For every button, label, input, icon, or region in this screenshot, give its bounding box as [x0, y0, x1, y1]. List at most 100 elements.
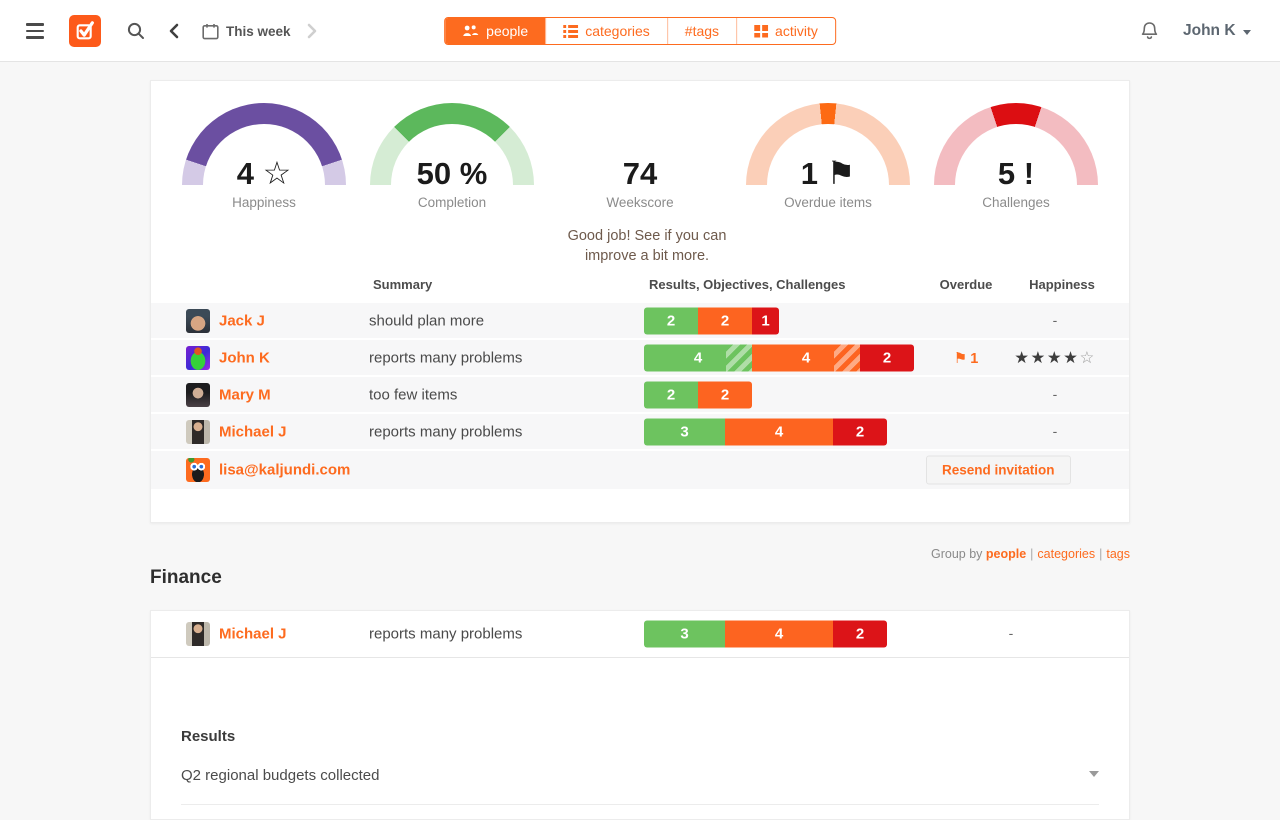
- star-filled-icon: ★: [1031, 349, 1047, 367]
- table-row: Jack Jshould plan more221-: [151, 303, 1129, 338]
- resend-invitation-button[interactable]: Resend invitation: [926, 456, 1071, 485]
- items-bar: 22: [644, 381, 752, 408]
- tab-categories[interactable]: categories: [545, 18, 667, 44]
- bar-segment-orange: 4: [752, 344, 860, 371]
- col-header-results-objectives-challenges: Results, Objectives, Challenges: [649, 277, 846, 292]
- gauge-label: Overdue items: [735, 195, 921, 210]
- gauge-value: 50 %: [370, 156, 534, 192]
- team-summary-card: 4 ☆Happiness50 %Completion74WeekscoreGoo…: [150, 80, 1130, 523]
- table-row: Michael J reports many problems 3 4 2 -: [151, 414, 1129, 449]
- person-name-link[interactable]: Mary M: [219, 386, 271, 403]
- group-by-categories[interactable]: categories: [1037, 547, 1095, 561]
- categories-icon: [563, 25, 578, 38]
- bar-value: 4: [694, 349, 702, 366]
- group-by-label: Group by: [931, 547, 986, 561]
- person-name-link[interactable]: John K: [219, 349, 270, 366]
- gauge-arc-wrap: 50 %: [370, 103, 534, 185]
- gauge-value: 1 ⚑: [746, 154, 910, 192]
- gauge-message: Good job! See if you can improve a bit m…: [547, 226, 747, 267]
- finance-rows: Michael Jreports many problems342-: [151, 611, 1129, 658]
- checkbox-logo-icon: [69, 15, 101, 47]
- bar-value: 1: [761, 312, 769, 329]
- person-name-link[interactable]: lisa@kaljundi.com: [219, 462, 350, 479]
- gauge-value: 5 !: [934, 156, 1098, 192]
- bar-segment-green: 3: [644, 621, 725, 648]
- star-outline-icon: ☆: [263, 155, 292, 191]
- result-item[interactable]: Q2 regional budgets collected: [181, 767, 1099, 805]
- items-bar: 221: [644, 307, 779, 334]
- gauge-overdue: 1 ⚑ Overdue items: [735, 103, 921, 269]
- bar-value: 2: [856, 626, 864, 643]
- gauge-happiness: 4 ☆ Happiness: [171, 103, 357, 269]
- group-by-bar: Group by people | categories | tags: [150, 547, 1130, 561]
- search-icon[interactable]: [126, 0, 146, 62]
- bar-segment-green: 3: [644, 418, 725, 445]
- happiness-empty: -: [1009, 625, 1014, 641]
- bar-value: 4: [775, 423, 783, 440]
- view-tabs: people categories #tags activity: [444, 17, 836, 45]
- star-filled-icon: ★: [1063, 349, 1079, 367]
- tab-tags[interactable]: #tags: [667, 18, 736, 44]
- bar-segment-red: 2: [860, 344, 914, 371]
- table-row: Michael Jreports many problems342-: [151, 611, 1129, 658]
- separator: |: [1099, 547, 1102, 561]
- avatar[interactable]: [186, 309, 210, 333]
- app-logo[interactable]: [69, 0, 101, 62]
- bar-stripe-overlay: [834, 344, 860, 371]
- gauge-label: Weekscore: [547, 195, 733, 210]
- bar-segment-red: 1: [752, 307, 779, 334]
- section-title-finance: Finance: [150, 567, 222, 589]
- top-navbar: This week peoplecategories#tagsactivity …: [0, 0, 1280, 62]
- separator: |: [1030, 547, 1033, 561]
- avatar[interactable]: [186, 458, 210, 482]
- bar-value: 2: [856, 423, 864, 440]
- happiness-empty: -: [1053, 386, 1058, 402]
- gauge-arc-wrap: 74: [558, 103, 722, 185]
- previous-week-icon[interactable]: [168, 0, 180, 62]
- menu-icon[interactable]: [26, 0, 44, 62]
- tab-people[interactable]: people: [445, 18, 545, 44]
- bar-value: 2: [721, 312, 729, 329]
- happiness-empty: -: [1053, 423, 1058, 439]
- gauge-arc-wrap: 5 !: [934, 103, 1098, 185]
- week-selector-label: This week: [226, 24, 291, 39]
- summary-text: too few items: [369, 386, 457, 403]
- gauge-arc-wrap: 4 ☆: [182, 103, 346, 185]
- tab-label: activity: [775, 23, 818, 39]
- chevron-down-icon[interactable]: [1089, 771, 1099, 777]
- col-header-happiness: Happiness: [1002, 277, 1122, 292]
- avatar[interactable]: [186, 420, 210, 444]
- avatar[interactable]: [186, 346, 210, 370]
- user-menu[interactable]: John K: [1183, 0, 1251, 62]
- notifications-bell-icon[interactable]: [1140, 0, 1159, 62]
- group-by-people[interactable]: people: [986, 547, 1026, 561]
- person-name-link[interactable]: Michael J: [219, 423, 287, 440]
- next-week-icon[interactable]: [306, 0, 318, 62]
- calendar-icon: [202, 23, 219, 40]
- gauge-challenges: 5 ! Challenges: [923, 103, 1109, 269]
- bar-value: 2: [883, 349, 891, 366]
- group-by-tags[interactable]: tags: [1106, 547, 1130, 561]
- tab-activity[interactable]: activity: [736, 18, 835, 44]
- person-name-link[interactable]: Jack J: [219, 312, 265, 329]
- summary-text: reports many problems: [369, 626, 522, 643]
- bar-segment-orange: 4: [725, 418, 833, 445]
- person-name-link[interactable]: Michael J: [219, 626, 287, 643]
- items-bar: 4 4 2: [644, 344, 914, 371]
- results-title: Results: [181, 728, 1099, 745]
- week-selector[interactable]: This week: [202, 0, 291, 62]
- bar-value: 2: [667, 386, 675, 403]
- gauge-weekscore: 74WeekscoreGood job! See if you can impr…: [547, 103, 733, 269]
- summary-text: reports many problems: [369, 423, 522, 440]
- bar-segment-orange: 2: [698, 381, 752, 408]
- avatar[interactable]: [186, 383, 210, 407]
- bar-segment-green: 4: [644, 344, 752, 371]
- col-header-overdue: Overdue: [926, 277, 1006, 292]
- avatar[interactable]: [186, 622, 210, 646]
- summary-text: reports many problems: [369, 349, 522, 366]
- people-rows: Jack Jshould plan more221-John Kreports …: [151, 303, 1129, 489]
- gauge-label: Challenges: [923, 195, 1109, 210]
- happiness-cell: -: [985, 423, 1125, 441]
- gauge-label: Happiness: [171, 195, 357, 210]
- tab-label: categories: [585, 23, 650, 39]
